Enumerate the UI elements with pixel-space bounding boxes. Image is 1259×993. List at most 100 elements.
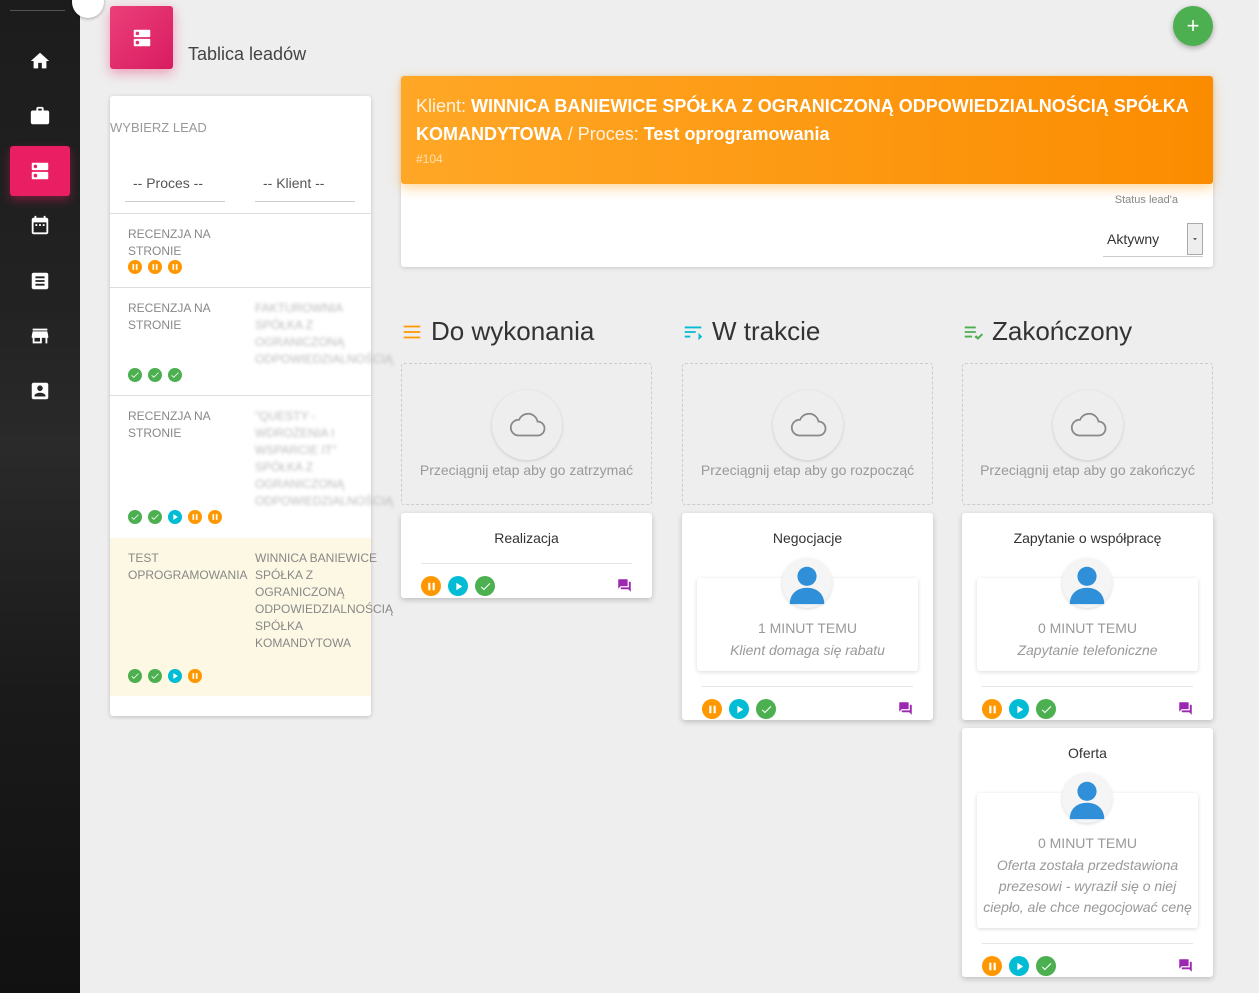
contact-icon [31,382,49,400]
dropzone-in-progress[interactable]: Przeciągnij etap aby go rozpocząć [682,363,933,505]
chevron-down-icon[interactable] [1187,223,1203,255]
stage-card[interactable]: Oferta 0 MINUT TEMU Oferta została przed… [962,728,1213,977]
lead-header-banner: Klient: WINNICA BANIEWICE SPÓŁKA Z OGRAN… [401,76,1213,184]
pause-icon [208,510,222,524]
list-lines-icon [403,325,421,338]
avatar [1062,773,1112,823]
comment-icon[interactable] [617,578,632,593]
stage-actions [982,699,1056,719]
activity-entry: 0 MINUT TEMU Oferta została przedstawion… [977,773,1198,928]
dropzone-todo[interactable]: Przeciągnij etap aby go zatrzymać [401,363,652,505]
lead-client: WINNICA BANIEWICE SPÓŁKA Z OGRANICZONĄ O… [255,551,394,650]
user-icon [789,566,825,605]
stage-card[interactable]: Realizacja [401,513,652,598]
pause-icon [128,260,142,274]
column-header-todo: Do wykonania [401,316,594,347]
playlist-check-icon [964,326,984,340]
dropzone-hint: Przeciągnij etap aby go zatrzymać [419,462,634,478]
list-icon [31,272,49,290]
sort-icon [684,326,703,340]
play-icon[interactable] [448,576,468,596]
divider [982,686,1193,687]
separator: / [567,124,573,144]
dropzone-hint: Przeciągnij etap aby go zakończyć [980,462,1195,478]
sidebar-item-store[interactable] [10,311,70,361]
stage-title: Realizacja [494,530,559,546]
check-icon[interactable] [756,699,776,719]
dns-icon [31,162,49,180]
activity-description: Klient domaga się rabatu [730,642,885,658]
lead-process: RECENZJA NA STRONIE [128,409,211,440]
sidebar-item-briefcase[interactable] [10,91,70,141]
comment-icon[interactable] [1178,958,1193,973]
lead-number: #104 [416,152,443,166]
lead-status-icons [128,368,182,382]
pause-icon[interactable] [702,699,722,719]
lead-item[interactable]: RECENZJA NA STRONIE "QUESTY - WDROŻENIA … [110,396,393,537]
play-icon [168,510,182,524]
lead-item-selected[interactable]: TEST OPROGRAMOWANIA WINNICA BANIEWICE SP… [110,538,393,696]
play-icon[interactable] [1009,956,1029,976]
activity-entry: 0 MINUT TEMU Zapytanie telefoniczne [977,558,1198,671]
check-icon [168,368,182,382]
lead-header-text: Klient: WINNICA BANIEWICE SPÓŁKA Z OGRAN… [416,92,1198,148]
stage-actions [982,956,1056,976]
pause-icon[interactable] [421,576,441,596]
pause-icon [188,510,202,524]
sidebar-toggle-button[interactable] [72,0,104,18]
check-icon[interactable] [475,576,495,596]
activity-time: 0 MINUT TEMU [1037,620,1138,636]
divider [982,943,1193,944]
pause-icon[interactable] [982,956,1002,976]
cloud-icon [492,390,562,460]
play-icon[interactable] [1009,699,1029,719]
add-lead-button[interactable]: + [1173,6,1213,46]
play-icon[interactable] [729,699,749,719]
lead-process: RECENZJA NA STRONIE [128,227,211,258]
activity-time: 0 MINUT TEMU [1037,835,1138,851]
comment-icon[interactable] [898,701,913,716]
process-name: Test oprogramowania [643,124,830,144]
home-icon [30,52,50,69]
page-icon [110,6,173,69]
activity-description: Oferta została przedstawiona prezesowi -… [983,857,1192,915]
check-icon [148,510,162,524]
process-filter-select[interactable]: -- Proces -- [125,164,225,202]
cloud-icon [773,390,843,460]
check-icon [128,669,142,683]
activity-time: 1 MINUT TEMU [757,620,858,636]
check-icon [148,368,162,382]
dropzone-done[interactable]: Przeciągnij etap aby go zakończyć [962,363,1213,505]
sidebar-item-calendar[interactable] [10,201,70,251]
dns-icon [133,29,150,46]
column-title: W trakcie [712,316,821,346]
check-icon[interactable] [1036,699,1056,719]
column-title: Do wykonania [431,316,595,346]
pause-icon[interactable] [982,699,1002,719]
page-title: Tablica leadów [188,44,307,64]
sidebar-item-contacts[interactable] [10,366,70,416]
user-icon [1069,781,1105,820]
sidebar-item-list[interactable] [10,256,70,306]
sidebar-item-leads[interactable] [10,146,70,196]
process-label: Proces: [577,124,639,144]
stage-card[interactable]: Negocjacje 1 MINUT TEMU Klient domaga si… [682,513,933,720]
pause-icon [168,260,182,274]
store-icon [31,328,49,344]
sidebar-item-home[interactable] [10,36,70,86]
check-icon [128,368,142,382]
client-filter-select[interactable]: -- Klient -- [255,164,355,202]
check-icon[interactable] [1036,956,1056,976]
avatar [782,558,832,608]
lead-item[interactable]: RECENZJA NA STRONIE FAKTUROWNIA SPÓŁKA Z… [110,288,393,395]
column-title: Zakończony [992,316,1133,346]
lead-status-icons [128,260,182,274]
status-value: Aktywny [1107,230,1160,247]
status-select[interactable]: Aktywny [1103,221,1203,257]
lead-item[interactable]: RECENZJA NA STRONIE [110,214,371,287]
comment-icon[interactable] [1178,701,1193,716]
calendar-icon [31,215,49,235]
avatar [1062,558,1112,608]
stage-card[interactable]: Zapytanie o współpracę 0 MINUT TEMU Zapy… [962,513,1213,720]
stage-title: Zapytanie o współpracę [1013,530,1162,546]
